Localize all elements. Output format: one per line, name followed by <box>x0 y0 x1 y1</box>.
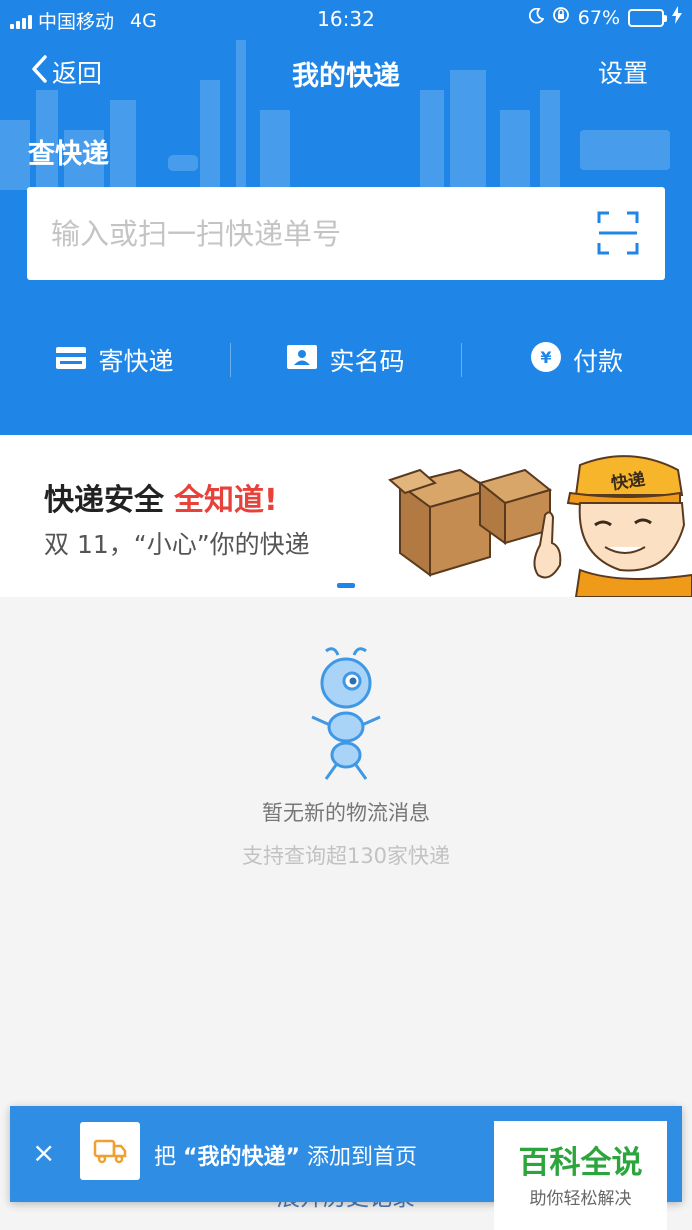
back-label: 返回 <box>52 59 103 88</box>
courier-illustration: 快递 <box>388 455 692 597</box>
battery-percent: 67% <box>577 6 620 29</box>
banner-title-highlight: 全知道! <box>174 483 278 518</box>
tracking-search-box <box>27 187 665 280</box>
card-icon <box>56 346 87 375</box>
close-icon[interactable]: × <box>32 1136 55 1169</box>
real-name-code-button[interactable]: 实名码 <box>231 342 461 378</box>
carousel-indicator[interactable] <box>337 583 355 588</box>
promo-banner[interactable]: 快递安全 全知道! 双 11，“小心”你的快递 快递 <box>0 435 692 597</box>
banner-title-main: 快递安全 <box>44 483 164 518</box>
ant-mascot-icon <box>311 647 381 780</box>
tracking-number-input[interactable] <box>51 216 571 251</box>
battery-icon <box>628 8 667 27</box>
payment-button[interactable]: ¥ 付款 <box>462 342 692 378</box>
status-right-group: 67% <box>528 6 682 29</box>
status-bar: 中国移动 4G 16:32 67% <box>0 0 692 36</box>
action-label: 付款 <box>572 347 623 376</box>
add-suffix: 添加到首页 <box>306 1145 417 1170</box>
add-prefix: 把 <box>154 1145 177 1170</box>
page-title: 我的快递 <box>292 61 400 92</box>
query-section-title: 查快递 <box>28 139 109 170</box>
action-label: 实名码 <box>329 347 405 376</box>
banner-subtitle: 双 11，“小心”你的快递 <box>44 530 310 559</box>
rotation-lock-icon <box>552 6 570 29</box>
delivery-truck-icon <box>80 1122 140 1180</box>
watermark-subtitle: 助你轻松解决 <box>529 1189 632 1209</box>
moon-icon <box>528 7 545 29</box>
add-to-home-text[interactable]: 把 “我的快递” 添加到首页 <box>154 1139 417 1171</box>
yen-coin-icon: ¥ <box>530 342 561 378</box>
charging-icon <box>672 6 682 29</box>
watermark-logo: 百科全说 助你轻松解决 <box>494 1121 667 1230</box>
action-label: 寄快递 <box>98 347 174 376</box>
quick-actions: 寄快递 实名码 ¥ 付款 <box>0 330 692 390</box>
banner-title: 快递安全 全知道! <box>44 475 278 519</box>
header-area: 中国移动 4G 16:32 67% 返回 我的快递 设置 查快递 输入或扫一扫快… <box>0 0 692 435</box>
send-express-button[interactable]: 寄快递 <box>0 342 230 378</box>
scan-icon[interactable] <box>597 211 639 255</box>
watermark-title: 百科全说 <box>518 1145 643 1181</box>
chevron-left-icon <box>30 54 48 90</box>
empty-sub-message: 支持查询超130家快递 <box>241 844 451 868</box>
settings-button[interactable]: 设置 <box>598 54 648 90</box>
empty-state: 暂无新的物流消息 支持查询超130家快递 <box>0 597 692 1107</box>
id-badge-icon <box>287 345 318 375</box>
add-app-name: “我的快递” <box>183 1145 300 1170</box>
svg-text:¥: ¥ <box>540 348 551 367</box>
empty-message: 暂无新的物流消息 <box>262 801 430 825</box>
nav-bar: 返回 我的快递 设置 <box>0 44 692 100</box>
back-button[interactable]: 返回 <box>30 54 102 90</box>
